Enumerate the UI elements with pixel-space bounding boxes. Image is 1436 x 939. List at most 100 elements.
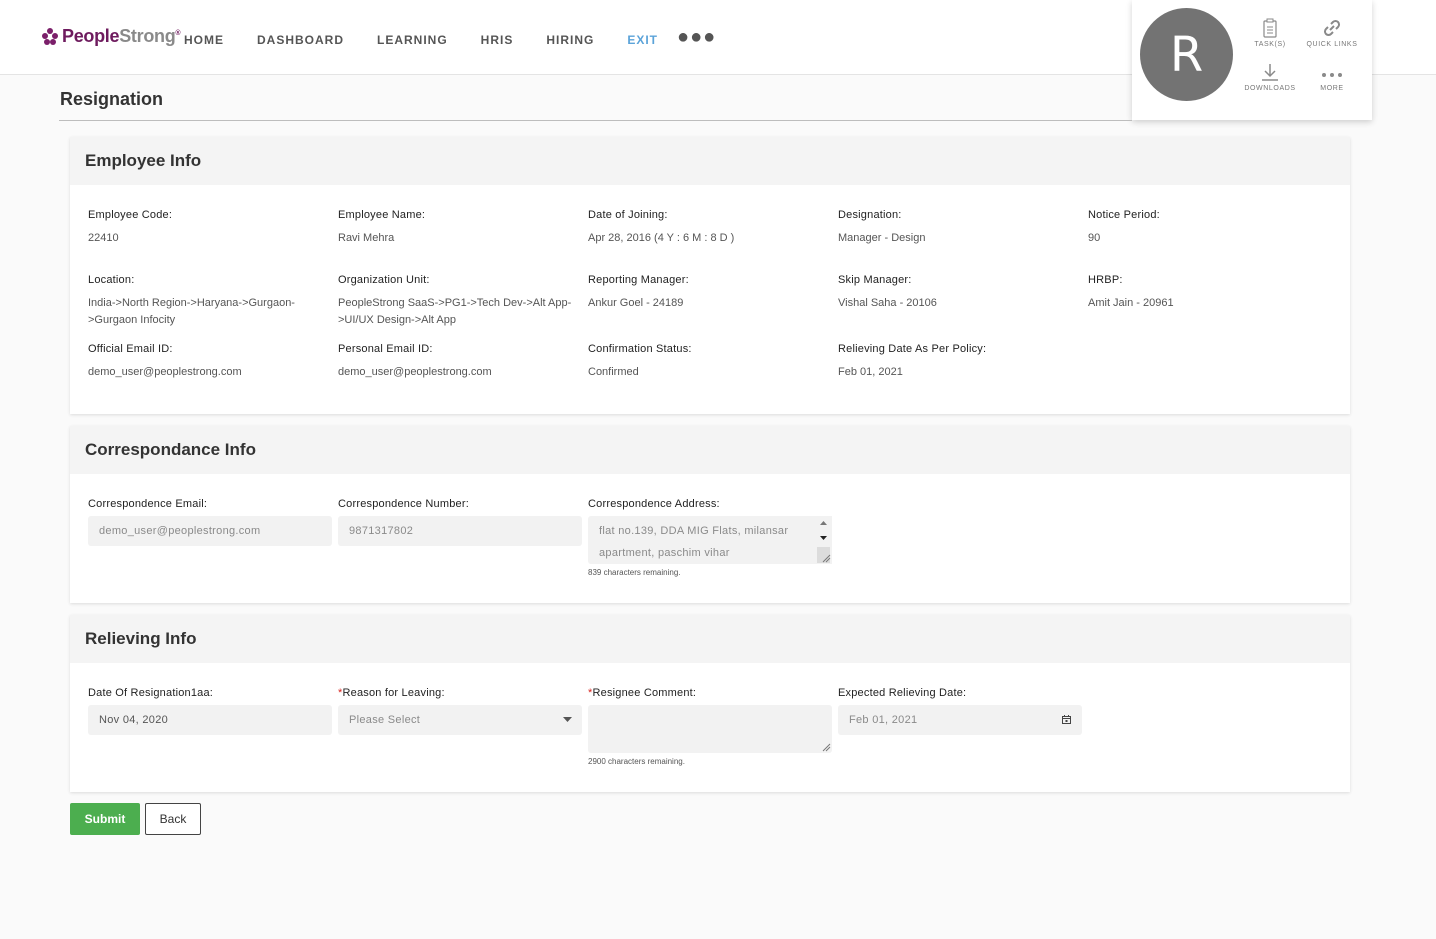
clipboard-icon — [1240, 16, 1300, 38]
resignee-comment-textarea[interactable] — [588, 705, 832, 753]
relieving-date-policy-label: Relieving Date As Per Policy: — [838, 343, 987, 355]
address-line-2: apartment, paschim vihar — [599, 547, 730, 559]
designation-field: Designation: Manager - Design — [838, 209, 1082, 247]
organization-unit-label: Organization Unit: — [338, 274, 430, 286]
reporting-manager-field: Reporting Manager: Ankur Goel - 24189 — [588, 274, 832, 312]
correspondence-email-label: Correspondence Email: — [88, 498, 208, 510]
expected-relieving-date-value: Feb 01, 2021 — [849, 714, 918, 726]
notice-period-label: Notice Period: — [1088, 209, 1160, 221]
notice-period-field: Notice Period: 90 — [1088, 209, 1332, 247]
skip-manager-label: Skip Manager: — [838, 274, 912, 286]
skip-manager-value: Vishal Saha - 20106 — [838, 297, 937, 309]
relieving-date-policy-value: Feb 01, 2021 — [838, 366, 903, 378]
avatar[interactable]: R — [1140, 8, 1233, 101]
correspondance-info-section: Correspondance Info Correspondence Email… — [70, 426, 1350, 603]
tasks-button[interactable]: TASK(S) — [1240, 16, 1300, 48]
reason-placeholder: Please Select — [349, 714, 421, 726]
tasks-label: TASK(S) — [1254, 41, 1286, 48]
confirmation-status-value: Confirmed — [588, 366, 639, 378]
more-button[interactable]: MORE — [1302, 60, 1362, 92]
link-icon — [1302, 16, 1362, 38]
official-email-label: Official Email ID: — [88, 343, 173, 355]
nav-dashboard[interactable]: DASHBOARD — [257, 33, 344, 47]
date-of-resignation-input[interactable]: Nov 04, 2020 — [88, 705, 332, 735]
nav-learning[interactable]: LEARNING — [377, 33, 448, 47]
official-email-value: demo_user@peoplestrong.com — [88, 366, 242, 378]
employee-name-label: Employee Name: — [338, 209, 426, 221]
nav-home[interactable]: HOME — [184, 33, 224, 47]
address-characters-remaining: 839 characters remaining. — [588, 568, 681, 577]
organization-unit-value: PeopleStrong SaaS->PG1->Tech Dev->Alt Ap… — [338, 297, 572, 326]
address-line-1: flat no.139, DDA MIG Flats, milansar — [599, 525, 789, 537]
main-nav: HOME DASHBOARD LEARNING HRIS HIRING EXIT… — [184, 26, 716, 49]
date-of-joining-label: Date of Joining: — [588, 209, 668, 221]
correspondence-email-field: Correspondence Email: demo_user@peoplest… — [88, 498, 332, 546]
reporting-manager-label: Reporting Manager: — [588, 274, 689, 286]
correspondence-email-input[interactable]: demo_user@peoplestrong.com — [88, 516, 332, 546]
profile-card: R TASK(S) QUICK LINKS DOWNLOADS MORE — [1132, 0, 1372, 120]
employee-info-section: Employee Info Employee Code: 22410 Emplo… — [70, 137, 1350, 414]
designation-label: Designation: — [838, 209, 902, 221]
designation-value: Manager - Design — [838, 232, 926, 244]
relieving-date-policy-field: Relieving Date As Per Policy: Feb 01, 20… — [838, 343, 1082, 381]
employee-name-value: Ravi Mehra — [338, 232, 395, 244]
relieving-info-title: Relieving Info — [70, 615, 1350, 663]
submit-button[interactable]: Submit — [70, 803, 140, 835]
location-field: Location: India->North Region->Haryana->… — [88, 274, 313, 329]
personal-email-value: demo_user@peoplestrong.com — [338, 366, 492, 378]
location-value: India->North Region->Haryana->Gurgaon->G… — [88, 297, 295, 326]
resignee-comment-field: *Resignee Comment: 2900 characters remai… — [588, 687, 832, 766]
date-of-joining-value: Apr 28, 2016 (4 Y : 6 M : 8 D ) — [588, 232, 735, 244]
resize-handle-icon[interactable] — [822, 743, 831, 752]
employee-code-value: 22410 — [88, 232, 119, 244]
correspondence-address-field: Correspondence Address: flat no.139, DDA… — [588, 498, 832, 577]
nav-exit[interactable]: EXIT — [627, 33, 658, 47]
logo-flower-icon — [42, 28, 59, 45]
relieving-info-section: Relieving Info Date Of Resignation1aa: N… — [70, 615, 1350, 792]
employee-code-field: Employee Code: 22410 — [88, 209, 332, 247]
quick-links-button[interactable]: QUICK LINKS — [1302, 16, 1362, 48]
back-button[interactable]: Back — [145, 803, 201, 835]
skip-manager-field: Skip Manager: Vishal Saha - 20106 — [838, 274, 1082, 312]
page-title: Resignation — [60, 89, 164, 109]
date-of-joining-field: Date of Joining: Apr 28, 2016 (4 Y : 6 M… — [588, 209, 832, 247]
confirmation-status-field: Confirmation Status: Confirmed — [588, 343, 832, 381]
correspondence-number-field: Correspondence Number: 9871317802 — [338, 498, 582, 546]
calendar-icon[interactable] — [1062, 715, 1071, 724]
organization-unit-field: Organization Unit: PeopleStrong SaaS->PG… — [338, 274, 578, 329]
reporting-manager-value: Ankur Goel - 24189 — [588, 297, 684, 309]
personal-email-field: Personal Email ID: demo_user@peoplestron… — [338, 343, 582, 381]
personal-email-label: Personal Email ID: — [338, 343, 433, 355]
reason-for-leaving-field: *Reason for Leaving: Please Select — [338, 687, 582, 735]
correspondence-address-label: Correspondence Address: — [588, 498, 720, 510]
download-icon — [1240, 60, 1300, 82]
correspondence-address-textarea[interactable]: flat no.139, DDA MIG Flats, milansar apa… — [588, 516, 832, 564]
quick-links-label: QUICK LINKS — [1306, 41, 1358, 48]
date-of-resignation-field: Date Of Resignation1aa: Nov 04, 2020 — [88, 687, 332, 735]
caret-down-icon — [563, 717, 572, 722]
downloads-button[interactable]: DOWNLOADS — [1240, 60, 1300, 92]
expected-relieving-date-field: Expected Relieving Date: Feb 01, 2021 — [838, 687, 1082, 735]
hrbp-field: HRBP: Amit Jain - 20961 — [1088, 274, 1332, 312]
confirmation-status-label: Confirmation Status: — [588, 343, 692, 355]
employee-code-label: Employee Code: — [88, 209, 173, 221]
notice-period-value: 90 — [1088, 232, 1101, 244]
hrbp-label: HRBP: — [1088, 274, 1123, 286]
employee-name-field: Employee Name: Ravi Mehra — [338, 209, 582, 247]
hrbp-value: Amit Jain - 20961 — [1088, 297, 1174, 309]
peoplestrong-logo[interactable]: PeopleStrong® — [42, 26, 181, 47]
correspondence-number-input[interactable]: 9871317802 — [338, 516, 582, 546]
reason-for-leaving-label: *Reason for Leaving: — [338, 687, 445, 699]
date-of-resignation-label: Date Of Resignation1aa: — [88, 687, 214, 699]
reason-for-leaving-select[interactable]: Please Select — [338, 705, 582, 735]
resignee-comment-label: *Resignee Comment: — [588, 687, 697, 699]
nav-more-icon[interactable]: ●●● — [677, 26, 716, 49]
correspondance-info-title: Correspondance Info — [70, 426, 1350, 474]
resize-handle-icon[interactable] — [822, 554, 831, 563]
expected-relieving-date-input[interactable]: Feb 01, 2021 — [838, 705, 1082, 735]
correspondence-number-label: Correspondence Number: — [338, 498, 469, 510]
nav-hris[interactable]: HRIS — [481, 33, 514, 47]
nav-hiring[interactable]: HIRING — [546, 33, 594, 47]
downloads-label: DOWNLOADS — [1244, 85, 1296, 92]
comment-characters-remaining: 2900 characters remaining. — [588, 757, 685, 766]
